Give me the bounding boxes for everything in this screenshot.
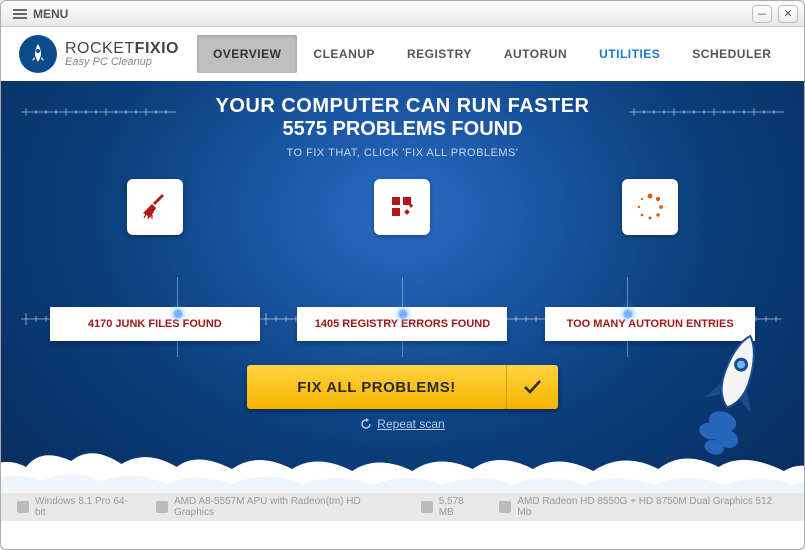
window-controls: － ✕ bbox=[752, 5, 798, 23]
refresh-icon bbox=[360, 418, 372, 430]
windows-icon bbox=[17, 501, 29, 513]
footer-cpu: AMD A8-5557M APU with Radeon(tm) HD Grap… bbox=[156, 496, 403, 518]
headline-line3: TO FIX THAT, CLICK 'FIX ALL PROBLEMS' bbox=[1, 147, 804, 159]
menu-button[interactable]: MENU bbox=[7, 5, 74, 23]
ram-icon bbox=[421, 501, 433, 513]
close-button[interactable]: ✕ bbox=[778, 5, 798, 23]
fix-all-label: FIX ALL PROBLEMS! bbox=[247, 379, 506, 396]
nav-tabs: OVERVIEW CLEANUP REGISTRY AUTORUN UTILIT… bbox=[197, 35, 788, 73]
headline-line1: YOUR COMPUTER CAN RUN FASTER bbox=[1, 95, 804, 118]
headline: YOUR COMPUTER CAN RUN FASTER 5575 PROBLE… bbox=[1, 81, 804, 159]
menu-label: MENU bbox=[33, 7, 68, 21]
tab-overview[interactable]: OVERVIEW bbox=[197, 35, 297, 73]
category-registry bbox=[292, 179, 512, 235]
footer-ram: 5,578 MB bbox=[421, 496, 482, 518]
hamburger-icon bbox=[13, 7, 27, 21]
status-footer: Windows 8.1 Pro 64-bit AMD A8-5557M APU … bbox=[1, 493, 804, 521]
broom-icon bbox=[127, 179, 183, 235]
result-junk[interactable]: 4170 JUNK FILES FOUND bbox=[50, 307, 260, 341]
header: ROCKETFIXIO Easy PC Cleanup OVERVIEW CLE… bbox=[1, 27, 804, 81]
loading-spinner-icon bbox=[622, 179, 678, 235]
gpu-icon bbox=[499, 501, 511, 513]
cpu-icon bbox=[156, 501, 168, 513]
timeline-node bbox=[173, 309, 183, 319]
brand-tagline: Easy PC Cleanup bbox=[65, 57, 179, 68]
main-panel: YOUR COMPUTER CAN RUN FASTER 5575 PROBLE… bbox=[1, 81, 804, 521]
category-icons-row bbox=[1, 159, 804, 235]
timeline-node bbox=[623, 309, 633, 319]
footer-os: Windows 8.1 Pro 64-bit bbox=[17, 496, 138, 518]
titlebar: MENU － ✕ bbox=[1, 1, 804, 27]
brand-logo: ROCKETFIXIO Easy PC Cleanup bbox=[19, 35, 179, 73]
tab-scheduler[interactable]: SCHEDULER bbox=[676, 35, 787, 73]
tab-cleanup[interactable]: CLEANUP bbox=[297, 35, 391, 73]
timeline-node bbox=[398, 309, 408, 319]
category-junk bbox=[45, 179, 265, 235]
repeat-scan-label: Repeat scan bbox=[377, 417, 444, 431]
checkmark-icon bbox=[506, 365, 558, 409]
category-autorun bbox=[540, 179, 760, 235]
tab-registry[interactable]: REGISTRY bbox=[391, 35, 488, 73]
brand-name: ROCKETFIXIO bbox=[65, 41, 179, 57]
registry-blocks-icon bbox=[374, 179, 430, 235]
headline-line2: 5575 PROBLEMS FOUND bbox=[1, 118, 804, 141]
fix-all-button[interactable]: FIX ALL PROBLEMS! bbox=[247, 365, 558, 409]
footer-gpu: AMD Radeon HD 8550G + HD 8750M Dual Grap… bbox=[499, 496, 788, 518]
minimize-button[interactable]: － bbox=[752, 5, 772, 23]
rocket-badge-icon bbox=[19, 35, 57, 73]
repeat-scan-link[interactable]: Repeat scan bbox=[360, 417, 444, 431]
tab-autorun[interactable]: AUTORUN bbox=[488, 35, 583, 73]
tab-utilities[interactable]: UTILITIES bbox=[583, 35, 676, 73]
app-window: MENU － ✕ ROCKETFIXIO Easy PC Cleanup OVE… bbox=[0, 0, 805, 550]
